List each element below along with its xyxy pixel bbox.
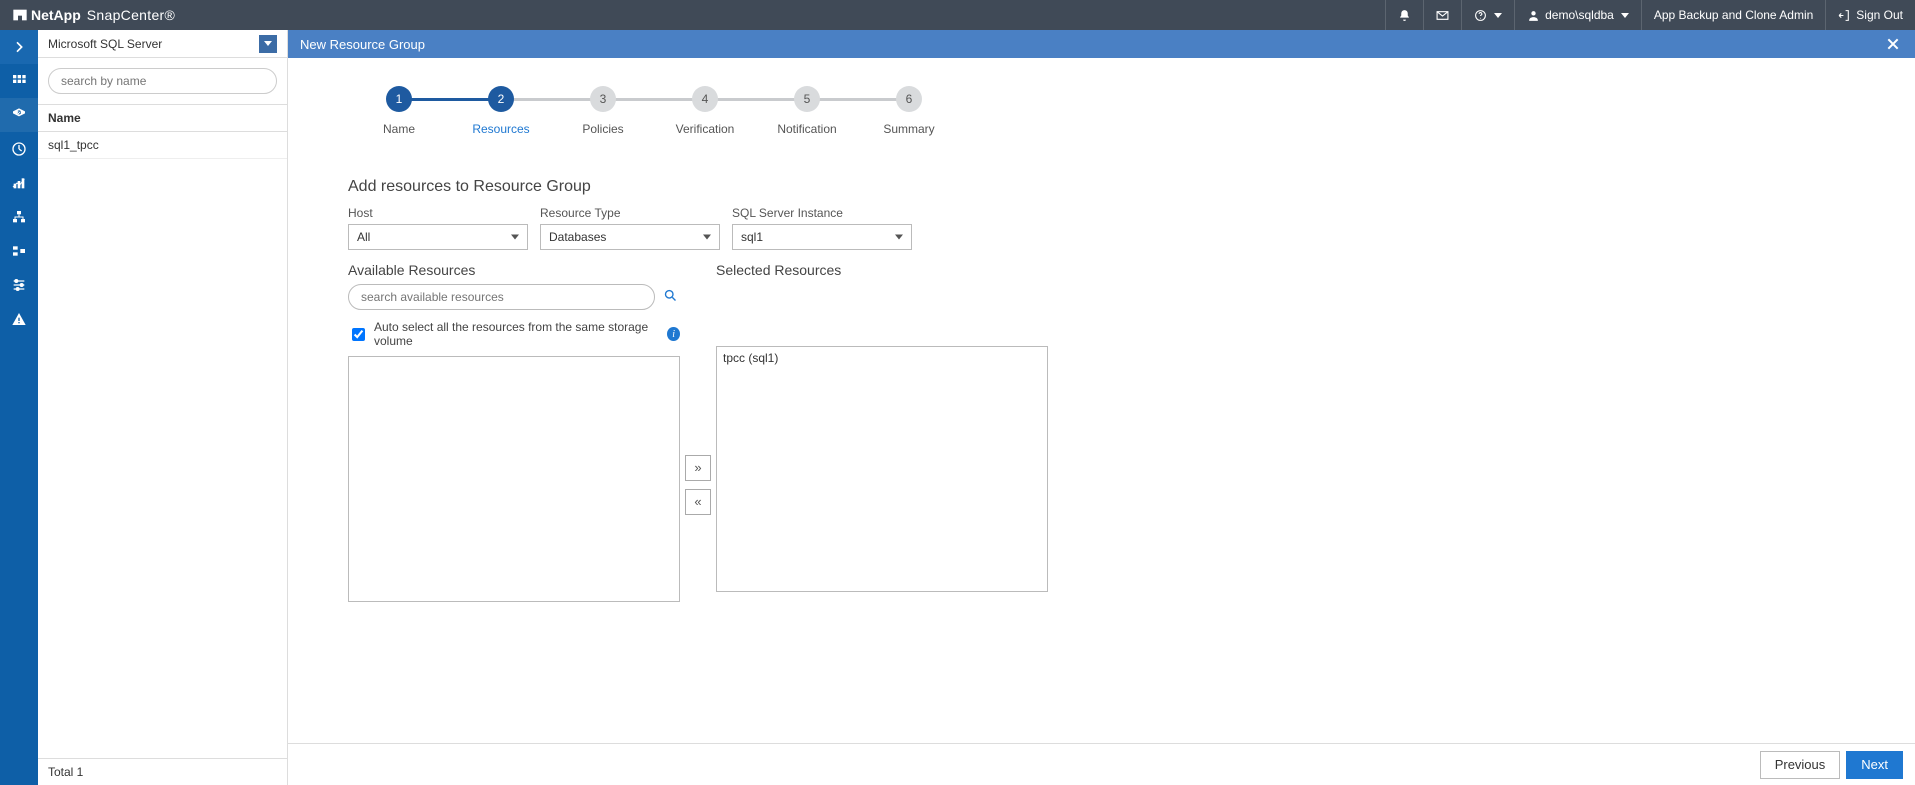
nav-resources[interactable] — [0, 98, 38, 132]
role-label[interactable]: App Backup and Clone Admin — [1641, 0, 1825, 30]
brand: NetApp SnapCenter® — [12, 7, 175, 23]
nav-settings[interactable] — [0, 268, 38, 302]
main-body: 1Name2Resources3Policies4Verification5No… — [288, 58, 1915, 785]
available-column: Available Resources Auto select all the … — [348, 262, 680, 602]
instance-label: SQL Server Instance — [732, 206, 912, 220]
wizard-step-summary[interactable]: 6Summary — [858, 86, 960, 136]
messages-button[interactable] — [1423, 0, 1461, 30]
search-input[interactable] — [48, 68, 277, 94]
page-title: New Resource Group — [300, 37, 425, 52]
plugin-dropdown-button[interactable] — [259, 35, 277, 53]
wizard-step-resources[interactable]: 2Resources — [450, 86, 552, 136]
topbar-right: demo\sqldba App Backup and Clone Admin S… — [1385, 0, 1915, 30]
brand-company: NetApp — [31, 7, 81, 23]
wizard-step-verification[interactable]: 4Verification — [654, 86, 756, 136]
info-icon[interactable]: i — [667, 327, 680, 341]
nav-reports[interactable] — [0, 166, 38, 200]
list-item[interactable]: tpcc (sql1) — [717, 347, 1047, 369]
chevron-down-icon — [1494, 13, 1502, 18]
resource-type-label: Resource Type — [540, 206, 720, 220]
plugin-selector: Microsoft SQL Server — [38, 30, 287, 58]
instance-select[interactable]: sql1 — [732, 224, 912, 250]
resource-type-select[interactable]: Databases — [540, 224, 720, 250]
filter-row: Host All Resource Type Databases SQL Ser… — [348, 206, 1915, 250]
page-header: New Resource Group — [288, 30, 1915, 58]
help-button[interactable] — [1461, 0, 1514, 30]
form-title: Add resources to Resource Group — [348, 178, 1915, 196]
side-panel: Microsoft SQL Server Name sql1_tpcc Tota… — [38, 30, 288, 785]
list-header-name[interactable]: Name — [38, 104, 287, 132]
nav-dashboard[interactable] — [0, 64, 38, 98]
plugin-label: Microsoft SQL Server — [48, 37, 162, 51]
nav-monitor[interactable] — [0, 132, 38, 166]
nav-alerts[interactable] — [0, 302, 38, 336]
wizard-step-policies[interactable]: 3Policies — [552, 86, 654, 136]
next-button[interactable]: Next — [1846, 751, 1903, 779]
list-item[interactable]: sql1_tpcc — [38, 132, 287, 159]
nav-expand-button[interactable] — [0, 30, 38, 64]
search-available-input[interactable] — [348, 284, 655, 310]
auto-select-label: Auto select all the resources from the s… — [374, 320, 661, 348]
user-label: demo\sqldba — [1545, 8, 1614, 22]
main-area: New Resource Group 1Name2Resources3Polic… — [288, 30, 1915, 785]
close-button[interactable] — [1883, 34, 1903, 54]
side-total: Total 1 — [38, 758, 287, 785]
available-title: Available Resources — [348, 262, 680, 278]
previous-button[interactable]: Previous — [1760, 751, 1841, 779]
nav-hosts[interactable] — [0, 200, 38, 234]
host-label: Host — [348, 206, 528, 220]
brand-product: SnapCenter® — [87, 7, 175, 23]
selected-listbox[interactable]: tpcc (sql1) — [716, 346, 1048, 592]
left-nav — [0, 30, 38, 785]
available-listbox[interactable] — [348, 356, 680, 602]
wizard-steps: 1Name2Resources3Policies4Verification5No… — [348, 86, 1915, 136]
move-right-button[interactable]: » — [685, 455, 711, 481]
mover-buttons: » « — [680, 367, 716, 602]
user-menu[interactable]: demo\sqldba — [1514, 0, 1641, 30]
topbar: NetApp SnapCenter® demo\sqldba App Backu… — [0, 0, 1915, 30]
host-select[interactable]: All — [348, 224, 528, 250]
nav-storage[interactable] — [0, 234, 38, 268]
signout-button[interactable]: Sign Out — [1825, 0, 1915, 30]
wizard-step-notification[interactable]: 5Notification — [756, 86, 858, 136]
selected-title: Selected Resources — [716, 262, 1048, 278]
chevron-down-icon — [1621, 13, 1629, 18]
notifications-button[interactable] — [1385, 0, 1423, 30]
selected-column: Selected Resources tpcc (sql1) — [716, 262, 1048, 602]
wizard-step-name[interactable]: 1Name — [348, 86, 450, 136]
netapp-logo: NetApp — [12, 7, 81, 23]
search-icon[interactable] — [663, 288, 678, 306]
move-left-button[interactable]: « — [685, 489, 711, 515]
auto-select-checkbox[interactable] — [352, 328, 365, 341]
wizard-footer: Previous Next — [288, 743, 1915, 785]
